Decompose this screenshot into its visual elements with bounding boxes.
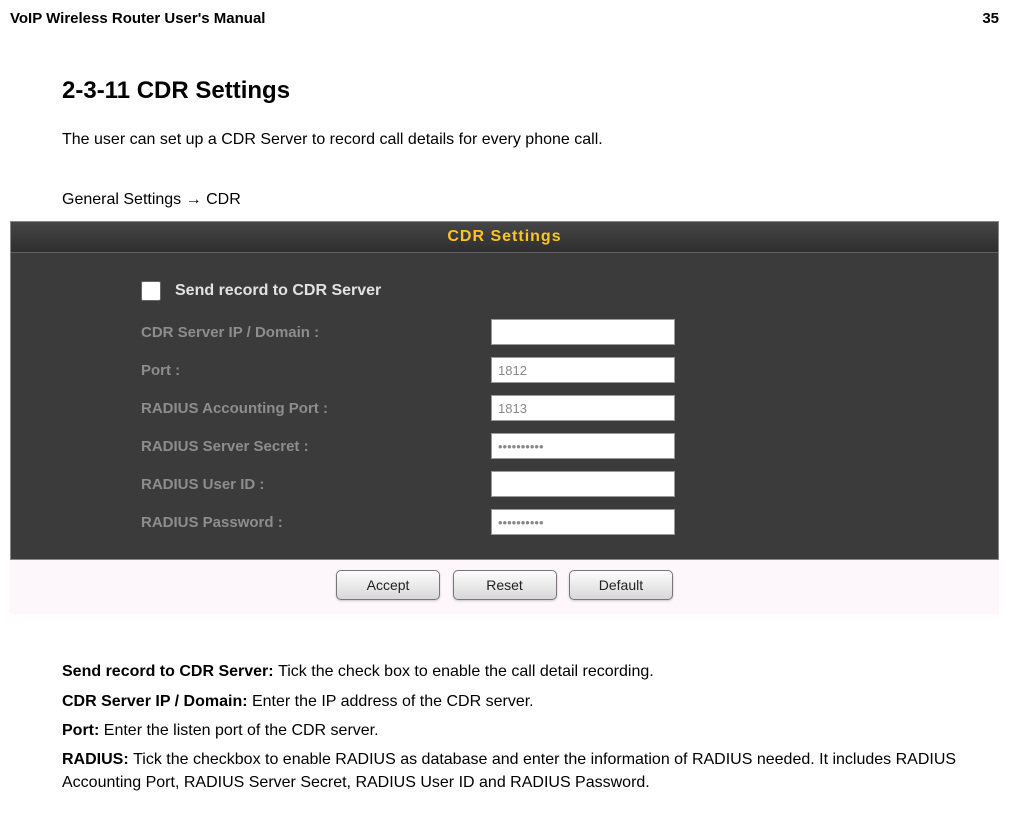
note-send-record: Send record to CDR Server: Tick the chec… — [62, 660, 989, 683]
note-port-text: Enter the listen port of the CDR server. — [104, 722, 379, 739]
section-description: The user can set up a CDR Server to reco… — [62, 129, 989, 151]
note-send-record-bold: Send record to CDR Server: — [62, 663, 278, 680]
cdr-settings-panel: CDR Settings Send record to CDR Server C… — [10, 221, 999, 614]
note-radius: RADIUS: Tick the checkbox to enable RADI… — [62, 748, 989, 794]
radius-password-label: RADIUS Password : — [141, 514, 491, 531]
cdr-server-ip-input[interactable] — [491, 319, 675, 345]
radius-password-input[interactable] — [491, 509, 675, 535]
section-heading: 2-3-11 CDR Settings — [62, 77, 989, 105]
breadcrumb: General Settings → CDR — [62, 191, 989, 209]
note-cdr-ip: CDR Server IP / Domain: Enter the IP add… — [62, 690, 989, 713]
note-cdr-ip-text: Enter the IP address of the CDR server. — [252, 693, 534, 710]
port-input[interactable] — [491, 357, 675, 383]
note-radius-text: Tick the checkbox to enable RADIUS as da… — [62, 751, 956, 791]
breadcrumb-suffix: CDR — [206, 191, 241, 208]
note-port: Port: Enter the listen port of the CDR s… — [62, 719, 989, 742]
note-port-bold: Port: — [62, 722, 104, 739]
radius-user-id-input[interactable] — [491, 471, 675, 497]
page-number: 35 — [982, 10, 999, 27]
radius-accounting-port-label: RADIUS Accounting Port : — [141, 400, 491, 417]
note-radius-bold: RADIUS: — [62, 751, 133, 768]
radius-user-id-label: RADIUS User ID : — [141, 476, 491, 493]
doc-title: VoIP Wireless Router User's Manual — [10, 10, 265, 27]
radius-server-secret-label: RADIUS Server Secret : — [141, 438, 491, 455]
default-button[interactable]: Default — [569, 570, 673, 600]
breadcrumb-arrow-icon: → — [186, 191, 202, 208]
send-record-checkbox[interactable] — [141, 281, 161, 301]
note-send-record-text: Tick the check box to enable the call de… — [278, 663, 654, 680]
panel-title: CDR Settings — [11, 222, 998, 253]
cdr-server-ip-label: CDR Server IP / Domain : — [141, 324, 491, 341]
radius-accounting-port-input[interactable] — [491, 395, 675, 421]
note-cdr-ip-bold: CDR Server IP / Domain: — [62, 693, 252, 710]
reset-button[interactable]: Reset — [453, 570, 557, 600]
accept-button[interactable]: Accept — [336, 570, 440, 600]
port-label: Port : — [141, 362, 491, 379]
radius-server-secret-input[interactable] — [491, 433, 675, 459]
send-record-label: Send record to CDR Server — [175, 282, 381, 300]
breadcrumb-prefix: General Settings — [62, 191, 186, 208]
